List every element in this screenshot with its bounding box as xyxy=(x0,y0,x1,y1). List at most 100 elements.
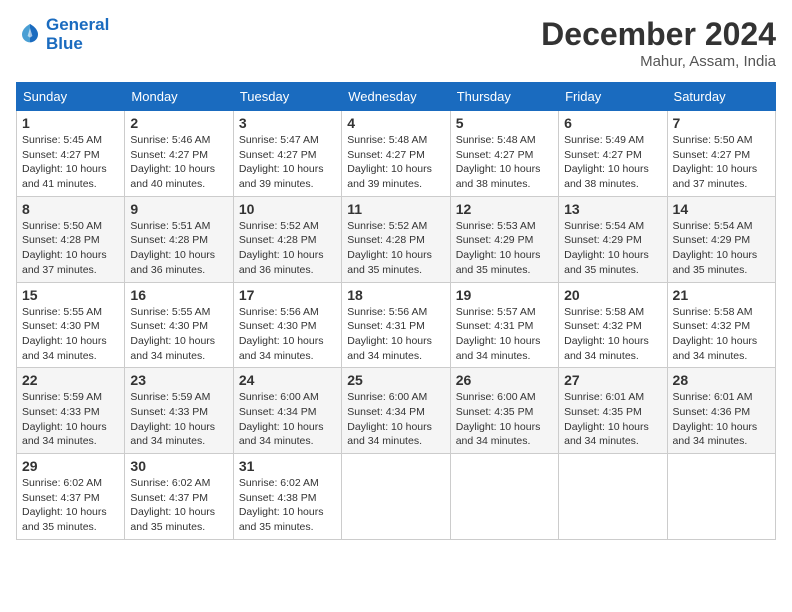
table-row: 6 Sunrise: 5:49 AM Sunset: 4:27 PM Dayli… xyxy=(559,111,667,197)
day-number: 19 xyxy=(456,287,553,303)
table-row: 22 Sunrise: 5:59 AM Sunset: 4:33 PM Dayl… xyxy=(17,368,125,454)
day-info: Sunrise: 5:56 AM Sunset: 4:31 PM Dayligh… xyxy=(347,305,444,364)
day-number: 18 xyxy=(347,287,444,303)
calendar-week-row: 29 Sunrise: 6:02 AM Sunset: 4:37 PM Dayl… xyxy=(17,454,776,540)
day-number: 8 xyxy=(22,201,119,217)
calendar-week-row: 15 Sunrise: 5:55 AM Sunset: 4:30 PM Dayl… xyxy=(17,282,776,368)
day-info: Sunrise: 6:02 AM Sunset: 4:38 PM Dayligh… xyxy=(239,476,336,535)
day-number: 24 xyxy=(239,372,336,388)
day-info: Sunrise: 5:55 AM Sunset: 4:30 PM Dayligh… xyxy=(22,305,119,364)
table-row: 21 Sunrise: 5:58 AM Sunset: 4:32 PM Dayl… xyxy=(667,282,775,368)
day-number: 5 xyxy=(456,115,553,131)
table-row: 9 Sunrise: 5:51 AM Sunset: 4:28 PM Dayli… xyxy=(125,196,233,282)
table-row: 25 Sunrise: 6:00 AM Sunset: 4:34 PM Dayl… xyxy=(342,368,450,454)
calendar-header-row: Sunday Monday Tuesday Wednesday Thursday… xyxy=(17,83,776,111)
day-info: Sunrise: 5:51 AM Sunset: 4:28 PM Dayligh… xyxy=(130,219,227,278)
logo-line2: Blue xyxy=(46,35,109,54)
table-row: 26 Sunrise: 6:00 AM Sunset: 4:35 PM Dayl… xyxy=(450,368,558,454)
day-info: Sunrise: 5:53 AM Sunset: 4:29 PM Dayligh… xyxy=(456,219,553,278)
table-row: 19 Sunrise: 5:57 AM Sunset: 4:31 PM Dayl… xyxy=(450,282,558,368)
table-row: 24 Sunrise: 6:00 AM Sunset: 4:34 PM Dayl… xyxy=(233,368,341,454)
table-row: 8 Sunrise: 5:50 AM Sunset: 4:28 PM Dayli… xyxy=(17,196,125,282)
calendar-week-row: 22 Sunrise: 5:59 AM Sunset: 4:33 PM Dayl… xyxy=(17,368,776,454)
day-info: Sunrise: 5:56 AM Sunset: 4:30 PM Dayligh… xyxy=(239,305,336,364)
day-info: Sunrise: 5:58 AM Sunset: 4:32 PM Dayligh… xyxy=(564,305,661,364)
logo-line1: General xyxy=(46,16,109,35)
col-thursday: Thursday xyxy=(450,83,558,111)
day-info: Sunrise: 6:00 AM Sunset: 4:34 PM Dayligh… xyxy=(347,390,444,449)
logo-icon xyxy=(18,20,42,44)
table-row: 13 Sunrise: 5:54 AM Sunset: 4:29 PM Dayl… xyxy=(559,196,667,282)
col-monday: Monday xyxy=(125,83,233,111)
day-number: 9 xyxy=(130,201,227,217)
day-info: Sunrise: 5:54 AM Sunset: 4:29 PM Dayligh… xyxy=(673,219,770,278)
day-info: Sunrise: 5:47 AM Sunset: 4:27 PM Dayligh… xyxy=(239,133,336,192)
day-number: 14 xyxy=(673,201,770,217)
table-row: 18 Sunrise: 5:56 AM Sunset: 4:31 PM Dayl… xyxy=(342,282,450,368)
day-info: Sunrise: 5:59 AM Sunset: 4:33 PM Dayligh… xyxy=(130,390,227,449)
table-row: 14 Sunrise: 5:54 AM Sunset: 4:29 PM Dayl… xyxy=(667,196,775,282)
table-row: 31 Sunrise: 6:02 AM Sunset: 4:38 PM Dayl… xyxy=(233,454,341,540)
table-row: 23 Sunrise: 5:59 AM Sunset: 4:33 PM Dayl… xyxy=(125,368,233,454)
calendar-table: Sunday Monday Tuesday Wednesday Thursday… xyxy=(16,82,776,540)
logo: General Blue xyxy=(16,16,109,53)
day-info: Sunrise: 5:49 AM Sunset: 4:27 PM Dayligh… xyxy=(564,133,661,192)
day-number: 30 xyxy=(130,458,227,474)
day-info: Sunrise: 6:02 AM Sunset: 4:37 PM Dayligh… xyxy=(22,476,119,535)
day-number: 11 xyxy=(347,201,444,217)
day-number: 28 xyxy=(673,372,770,388)
table-row xyxy=(342,454,450,540)
day-info: Sunrise: 5:46 AM Sunset: 4:27 PM Dayligh… xyxy=(130,133,227,192)
table-row: 20 Sunrise: 5:58 AM Sunset: 4:32 PM Dayl… xyxy=(559,282,667,368)
day-info: Sunrise: 6:02 AM Sunset: 4:37 PM Dayligh… xyxy=(130,476,227,535)
table-row: 16 Sunrise: 5:55 AM Sunset: 4:30 PM Dayl… xyxy=(125,282,233,368)
table-row: 5 Sunrise: 5:48 AM Sunset: 4:27 PM Dayli… xyxy=(450,111,558,197)
day-info: Sunrise: 6:00 AM Sunset: 4:35 PM Dayligh… xyxy=(456,390,553,449)
title-section: December 2024 Mahur, Assam, India xyxy=(541,16,776,70)
day-number: 7 xyxy=(673,115,770,131)
table-row: 1 Sunrise: 5:45 AM Sunset: 4:27 PM Dayli… xyxy=(17,111,125,197)
day-info: Sunrise: 5:52 AM Sunset: 4:28 PM Dayligh… xyxy=(239,219,336,278)
table-row: 4 Sunrise: 5:48 AM Sunset: 4:27 PM Dayli… xyxy=(342,111,450,197)
location: Mahur, Assam, India xyxy=(541,53,776,70)
day-number: 21 xyxy=(673,287,770,303)
day-number: 1 xyxy=(22,115,119,131)
day-number: 3 xyxy=(239,115,336,131)
day-number: 23 xyxy=(130,372,227,388)
day-number: 27 xyxy=(564,372,661,388)
day-info: Sunrise: 5:58 AM Sunset: 4:32 PM Dayligh… xyxy=(673,305,770,364)
day-number: 4 xyxy=(347,115,444,131)
day-info: Sunrise: 5:54 AM Sunset: 4:29 PM Dayligh… xyxy=(564,219,661,278)
table-row: 30 Sunrise: 6:02 AM Sunset: 4:37 PM Dayl… xyxy=(125,454,233,540)
day-info: Sunrise: 5:48 AM Sunset: 4:27 PM Dayligh… xyxy=(347,133,444,192)
day-number: 10 xyxy=(239,201,336,217)
month-title: December 2024 xyxy=(541,16,776,53)
day-number: 20 xyxy=(564,287,661,303)
day-info: Sunrise: 5:55 AM Sunset: 4:30 PM Dayligh… xyxy=(130,305,227,364)
day-info: Sunrise: 5:59 AM Sunset: 4:33 PM Dayligh… xyxy=(22,390,119,449)
day-info: Sunrise: 5:50 AM Sunset: 4:28 PM Dayligh… xyxy=(22,219,119,278)
table-row xyxy=(559,454,667,540)
day-info: Sunrise: 5:50 AM Sunset: 4:27 PM Dayligh… xyxy=(673,133,770,192)
table-row: 29 Sunrise: 6:02 AM Sunset: 4:37 PM Dayl… xyxy=(17,454,125,540)
col-sunday: Sunday xyxy=(17,83,125,111)
table-row: 15 Sunrise: 5:55 AM Sunset: 4:30 PM Dayl… xyxy=(17,282,125,368)
col-friday: Friday xyxy=(559,83,667,111)
day-info: Sunrise: 6:01 AM Sunset: 4:35 PM Dayligh… xyxy=(564,390,661,449)
day-number: 26 xyxy=(456,372,553,388)
day-info: Sunrise: 6:00 AM Sunset: 4:34 PM Dayligh… xyxy=(239,390,336,449)
day-info: Sunrise: 6:01 AM Sunset: 4:36 PM Dayligh… xyxy=(673,390,770,449)
day-number: 29 xyxy=(22,458,119,474)
day-number: 16 xyxy=(130,287,227,303)
day-number: 22 xyxy=(22,372,119,388)
table-row xyxy=(450,454,558,540)
calendar-week-row: 1 Sunrise: 5:45 AM Sunset: 4:27 PM Dayli… xyxy=(17,111,776,197)
day-number: 12 xyxy=(456,201,553,217)
table-row: 2 Sunrise: 5:46 AM Sunset: 4:27 PM Dayli… xyxy=(125,111,233,197)
table-row: 7 Sunrise: 5:50 AM Sunset: 4:27 PM Dayli… xyxy=(667,111,775,197)
table-row: 28 Sunrise: 6:01 AM Sunset: 4:36 PM Dayl… xyxy=(667,368,775,454)
page-header: General Blue December 2024 Mahur, Assam,… xyxy=(16,16,776,70)
day-number: 15 xyxy=(22,287,119,303)
day-info: Sunrise: 5:48 AM Sunset: 4:27 PM Dayligh… xyxy=(456,133,553,192)
day-number: 2 xyxy=(130,115,227,131)
